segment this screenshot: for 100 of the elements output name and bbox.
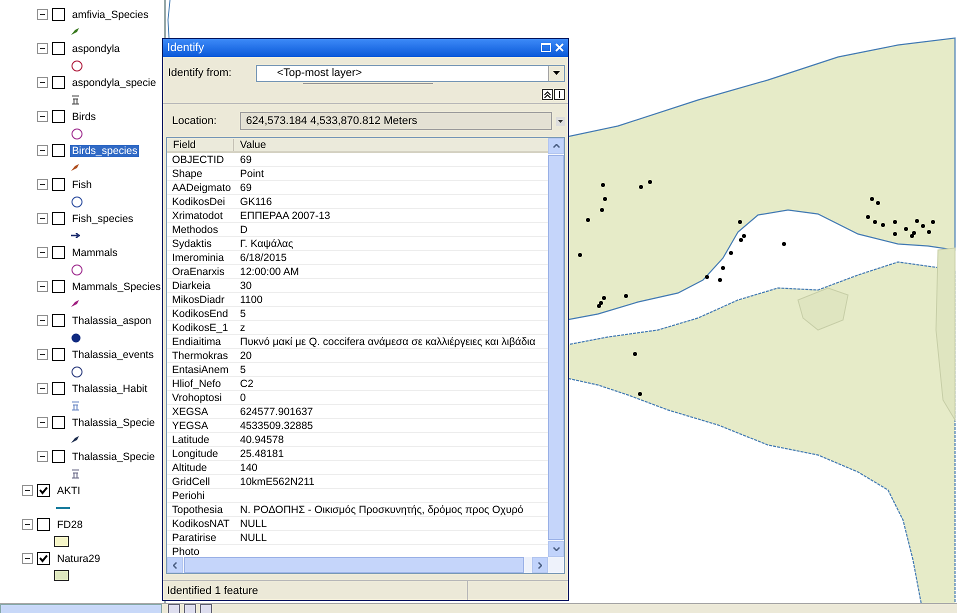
scroll-left-button[interactable] — [167, 557, 183, 574]
scroll-down-button[interactable] — [548, 541, 564, 558]
layer-checkbox[interactable] — [52, 348, 65, 361]
close-icon[interactable] — [555, 43, 564, 52]
field-value: z — [239, 322, 246, 334]
field-name: Endiaitima — [171, 336, 222, 348]
layer-checkbox[interactable] — [37, 518, 50, 531]
scroll-right-button[interactable] — [532, 557, 548, 574]
layer-checkbox[interactable] — [52, 246, 65, 259]
field-name: KodikosEnd — [171, 308, 230, 320]
field-name: KodikosDei — [171, 196, 226, 208]
collapse-icon[interactable] — [37, 451, 48, 462]
layer-name[interactable]: Birds_species — [70, 144, 140, 156]
layer-name[interactable]: Thalassia_Habit — [70, 382, 150, 394]
scrollbar-thumb[interactable] — [184, 557, 524, 574]
collapse-icon[interactable] — [22, 519, 33, 530]
field-value: 0 — [239, 392, 246, 404]
collapse-icon[interactable] — [37, 111, 48, 122]
collapse-icon[interactable] — [22, 553, 33, 564]
layer-name[interactable]: Birds — [70, 110, 98, 122]
status-text: Identified 1 feature — [163, 581, 468, 600]
layer-name[interactable]: aspondyla_specie — [70, 76, 158, 88]
scrollbar-thumb[interactable] — [0, 604, 162, 613]
field-name: KodikosE_1 — [171, 322, 230, 334]
layer-dropdown[interactable]: <Top-most layer> — [256, 64, 565, 82]
field-name: GridCell — [171, 476, 211, 488]
collapse-icon[interactable] — [37, 247, 48, 258]
layer-name[interactable]: Thalassia_aspon — [70, 314, 154, 326]
layer-name[interactable]: Thalassia_Specie — [70, 416, 157, 428]
field-name: OraEnarxis — [171, 266, 226, 278]
field-value: NULL — [239, 518, 267, 530]
layer-checkbox[interactable] — [37, 552, 50, 565]
collapse-icon[interactable] — [37, 281, 48, 292]
layer-checkbox[interactable] — [52, 110, 65, 123]
toolbar-icon[interactable] — [200, 604, 212, 613]
layer-checkbox[interactable] — [52, 42, 65, 55]
layer-checkbox[interactable] — [37, 484, 50, 497]
toolbar-icon[interactable] — [184, 604, 196, 613]
layer-checkbox[interactable] — [52, 76, 65, 89]
collapse-icon[interactable] — [37, 315, 48, 326]
field-name: Photo — [171, 546, 200, 558]
scroll-up-button[interactable] — [548, 138, 564, 154]
layer-checkbox[interactable] — [52, 178, 65, 191]
collapse-icon[interactable] — [37, 383, 48, 394]
maximize-icon[interactable] — [541, 43, 551, 52]
toolbar-icon[interactable] — [168, 604, 180, 613]
layer-checkbox[interactable] — [52, 280, 65, 293]
collapse-icon[interactable] — [37, 349, 48, 360]
collapse-icon[interactable] — [37, 145, 48, 156]
layer-checkbox[interactable] — [52, 416, 65, 429]
column-header[interactable]: Field — [167, 138, 234, 151]
layer-name[interactable]: Fish — [70, 178, 94, 190]
field-name: Diarkeia — [171, 280, 212, 292]
layer-checkbox[interactable] — [52, 144, 65, 157]
collapse-icon[interactable] — [37, 77, 48, 88]
layer-name[interactable]: Fish_species — [70, 212, 136, 224]
layer-name[interactable]: FD28 — [55, 518, 85, 530]
layer-checkbox[interactable] — [52, 314, 65, 327]
field-name: Hliof_Nefo — [171, 378, 222, 390]
field-name: Paratirise — [171, 532, 218, 544]
layer-name[interactable]: Natura29 — [55, 552, 102, 564]
layer-checkbox[interactable] — [52, 450, 65, 463]
layer-checkbox[interactable] — [52, 8, 65, 21]
collapse-icon[interactable] — [37, 9, 48, 20]
field-value: Point — [239, 168, 264, 180]
field-value: Ν. ΡΟΔΟΠΗΣ - Οικισμός Προσκυνητής, δρόμος προς Οχυρό — [239, 504, 524, 516]
collapse-icon[interactable] — [37, 179, 48, 190]
field-value: D — [239, 224, 248, 236]
split-button[interactable] — [554, 89, 565, 100]
field-value: 69 — [239, 154, 252, 166]
field-value: Γ. Καψάλας — [239, 238, 294, 250]
layer-name[interactable]: aspondyla — [70, 42, 122, 54]
field-name: OBJECTID — [171, 154, 225, 166]
layer-name[interactable]: Mammals_Species — [70, 280, 163, 292]
field-name: Latitude — [171, 434, 210, 446]
collapse-icon[interactable] — [37, 213, 48, 224]
layer-name[interactable]: Mammals — [70, 246, 120, 258]
field-value: NULL — [239, 532, 267, 544]
field-name: Shape — [171, 168, 204, 180]
field-name: Imerominia — [171, 252, 225, 264]
collapse-button[interactable] — [542, 89, 553, 100]
collapse-icon[interactable] — [37, 417, 48, 428]
layer-name[interactable]: AKTI — [55, 484, 82, 496]
collapse-icon[interactable] — [37, 43, 48, 54]
identify-from-label: Identify from: — [168, 67, 233, 80]
collapse-icon[interactable] — [22, 485, 33, 496]
field-value: Πυκνό μακί με Q. coccifera ανάμεσα σε καλλιέργειες και λιβάδια — [239, 336, 536, 348]
layer-name[interactable]: Thalassia_events — [70, 348, 156, 360]
column-header[interactable]: Value — [234, 138, 266, 151]
field-value: 140 — [239, 462, 258, 474]
layer-name[interactable]: Thalassia_Specie — [70, 450, 157, 462]
field-name: EntasiAnem — [171, 364, 230, 376]
bar-icon — [556, 91, 563, 98]
scrollbar-thumb[interactable] — [548, 155, 564, 540]
dropdown-arrow-icon[interactable] — [556, 116, 565, 126]
layer-checkbox[interactable] — [52, 382, 65, 395]
layer-checkbox[interactable] — [52, 212, 65, 225]
field-value: 6/18/2015 — [239, 252, 287, 264]
layer-name[interactable]: amfivia_Species — [70, 8, 150, 20]
field-value: GK116 — [239, 196, 272, 208]
